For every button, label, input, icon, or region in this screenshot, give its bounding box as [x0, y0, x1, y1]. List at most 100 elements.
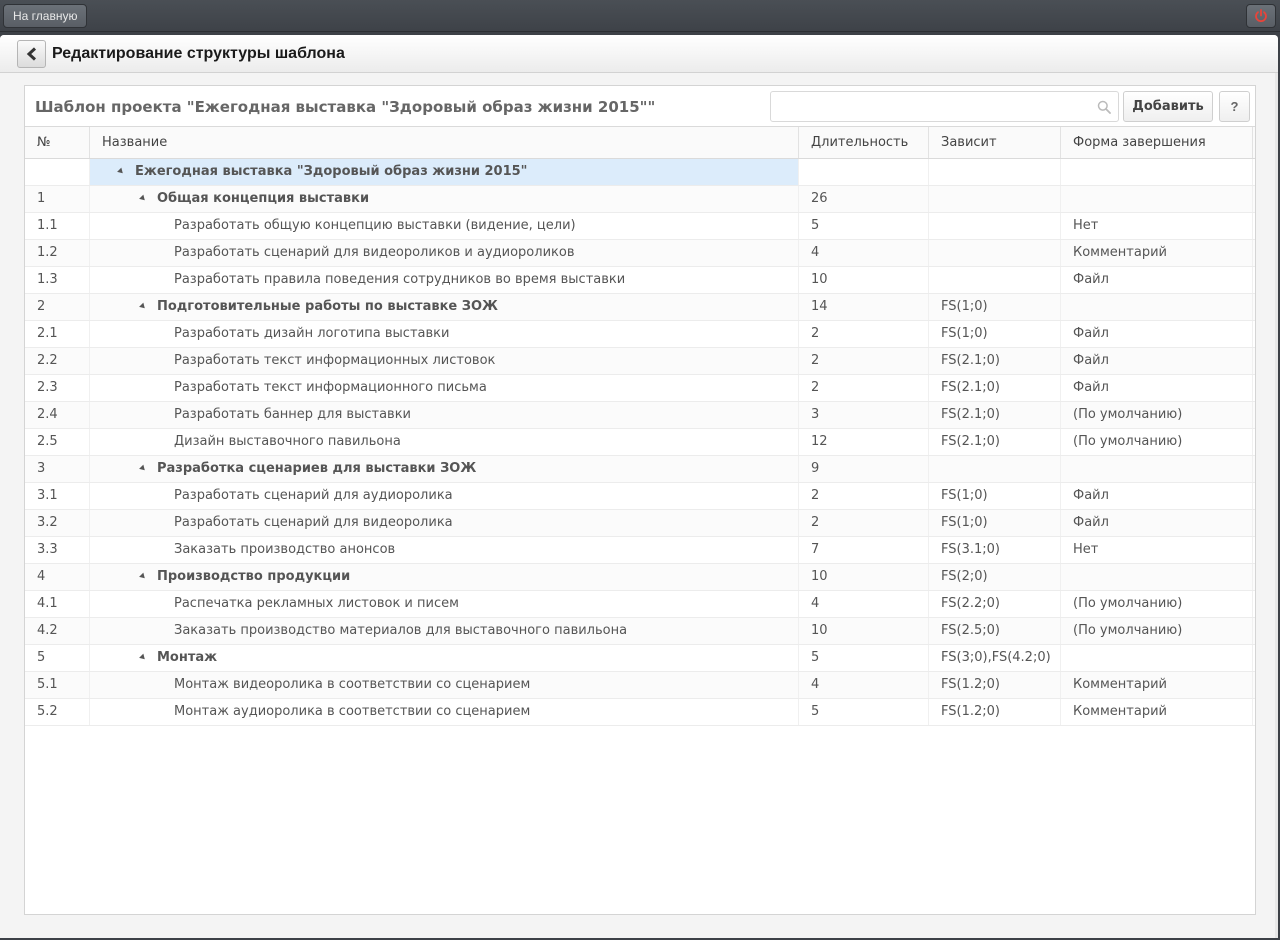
row-depends[interactable]: FS(2;0): [929, 564, 1061, 590]
row-depends[interactable]: FS(1;0): [929, 294, 1061, 320]
row-completion-form[interactable]: [1061, 456, 1253, 482]
table-row[interactable]: 3 Разработка сценариев для выставки ЗОЖ 9: [25, 456, 1255, 483]
row-depends[interactable]: FS(2.2;0): [929, 591, 1061, 617]
collapse-triangle-icon[interactable]: [139, 464, 147, 473]
column-header-name[interactable]: Название: [90, 127, 799, 158]
row-name-cell[interactable]: Заказать производство анонсов: [90, 537, 799, 563]
row-duration[interactable]: [799, 159, 929, 185]
row-completion-form[interactable]: Файл: [1061, 348, 1253, 374]
row-completion-form[interactable]: (По умолчанию): [1061, 402, 1253, 428]
row-depends[interactable]: FS(1.2;0): [929, 699, 1061, 725]
row-depends[interactable]: FS(2.1;0): [929, 375, 1061, 401]
row-completion-form[interactable]: (По умолчанию): [1061, 429, 1253, 455]
row-completion-form[interactable]: (По умолчанию): [1061, 591, 1253, 617]
row-name-cell[interactable]: Разработать текст информационного письма: [90, 375, 799, 401]
row-completion-form[interactable]: (По умолчанию): [1061, 618, 1253, 644]
row-name-cell[interactable]: Распечатка рекламных листовок и писем: [90, 591, 799, 617]
table-row[interactable]: Ежегодная выставка "Здоровый образ жизни…: [25, 159, 1255, 186]
table-row[interactable]: 2.1 Разработать дизайн логотипа выставки 2…: [25, 321, 1255, 348]
table-row[interactable]: 5 Монтаж 5 FS(3;0),FS(4.2;0): [25, 645, 1255, 672]
row-duration[interactable]: 5: [799, 213, 929, 239]
back-button[interactable]: [17, 40, 46, 68]
row-depends[interactable]: [929, 159, 1061, 185]
row-completion-form[interactable]: Файл: [1061, 483, 1253, 509]
column-header-number[interactable]: №: [25, 127, 90, 158]
row-name-cell[interactable]: Дизайн выставочного павильона: [90, 429, 799, 455]
row-completion-form[interactable]: Нет: [1061, 213, 1253, 239]
row-depends[interactable]: FS(3;0),FS(4.2;0): [929, 645, 1061, 671]
collapse-triangle-icon[interactable]: [139, 194, 147, 203]
row-duration[interactable]: 3: [799, 402, 929, 428]
row-depends[interactable]: FS(2.1;0): [929, 348, 1061, 374]
row-name-cell[interactable]: Разработать сценарий для аудиоролика: [90, 483, 799, 509]
row-name-cell[interactable]: Производство продукции: [90, 564, 799, 590]
table-row[interactable]: 1.3 Разработать правила поведения сотрудн…: [25, 267, 1255, 294]
power-button[interactable]: [1246, 4, 1276, 28]
search-icon[interactable]: [1097, 100, 1111, 114]
table-row[interactable]: 3.2 Разработать сценарий для видеоролика 2…: [25, 510, 1255, 537]
collapse-triangle-icon[interactable]: [139, 302, 147, 311]
column-header-depends[interactable]: Зависит: [929, 127, 1061, 158]
row-duration[interactable]: 4: [799, 591, 929, 617]
row-completion-form[interactable]: Файл: [1061, 321, 1253, 347]
search-input[interactable]: [771, 92, 1086, 121]
row-completion-form[interactable]: [1061, 294, 1253, 320]
row-depends[interactable]: FS(3.1;0): [929, 537, 1061, 563]
row-duration[interactable]: 5: [799, 645, 929, 671]
collapse-triangle-icon[interactable]: [139, 653, 147, 662]
row-name-cell[interactable]: Разработать баннер для выставки: [90, 402, 799, 428]
table-row[interactable]: 3.3 Заказать производство анонсов 7 FS(3.1;…: [25, 537, 1255, 564]
table-row[interactable]: 3.1 Разработать сценарий для аудиоролика 2…: [25, 483, 1255, 510]
row-depends[interactable]: FS(1;0): [929, 321, 1061, 347]
row-depends[interactable]: [929, 186, 1061, 212]
table-row[interactable]: 4 Производство продукции 10 FS(2;0): [25, 564, 1255, 591]
row-name-cell[interactable]: Общая концепция выставки: [90, 186, 799, 212]
row-name-cell[interactable]: Монтаж: [90, 645, 799, 671]
row-duration[interactable]: 7: [799, 537, 929, 563]
row-name-cell[interactable]: Разработка сценариев для выставки ЗОЖ: [90, 456, 799, 482]
row-name-cell[interactable]: Разработать правила поведения сотруднико…: [90, 267, 799, 293]
home-button[interactable]: На главную: [3, 4, 88, 28]
table-row[interactable]: 2.3 Разработать текст информационного пис…: [25, 375, 1255, 402]
row-duration[interactable]: 2: [799, 510, 929, 536]
row-duration[interactable]: 10: [799, 564, 929, 590]
row-name-cell[interactable]: Разработать текст информационных листово…: [90, 348, 799, 374]
row-completion-form[interactable]: Комментарий: [1061, 672, 1253, 698]
table-row[interactable]: 5.1 Монтаж видеоролика в соответствии со …: [25, 672, 1255, 699]
row-name-cell[interactable]: Заказать производство материалов для выс…: [90, 618, 799, 644]
column-header-duration[interactable]: Длительность: [799, 127, 929, 158]
row-depends[interactable]: FS(2.1;0): [929, 402, 1061, 428]
table-row[interactable]: 4.2 Заказать производство материалов для …: [25, 618, 1255, 645]
row-duration[interactable]: 9: [799, 456, 929, 482]
row-name-cell[interactable]: Разработать сценарий для видеоролика: [90, 510, 799, 536]
row-depends[interactable]: [929, 267, 1061, 293]
row-name-cell[interactable]: Монтаж видеоролика в соответствии со сце…: [90, 672, 799, 698]
collapse-triangle-icon[interactable]: [139, 572, 147, 581]
table-row[interactable]: 4.1 Распечатка рекламных листовок и писем…: [25, 591, 1255, 618]
row-duration[interactable]: 2: [799, 348, 929, 374]
row-depends[interactable]: [929, 456, 1061, 482]
row-completion-form[interactable]: Комментарий: [1061, 699, 1253, 725]
row-completion-form[interactable]: [1061, 645, 1253, 671]
row-name-cell[interactable]: Подготовительные работы по выставке ЗОЖ: [90, 294, 799, 320]
table-row[interactable]: 2.4 Разработать баннер для выставки 3 FS(2.…: [25, 402, 1255, 429]
help-button[interactable]: ?: [1219, 91, 1250, 122]
row-duration[interactable]: 4: [799, 672, 929, 698]
add-button[interactable]: Добавить: [1123, 91, 1213, 122]
row-completion-form[interactable]: Файл: [1061, 510, 1253, 536]
row-duration[interactable]: 4: [799, 240, 929, 266]
row-completion-form[interactable]: Нет: [1061, 537, 1253, 563]
row-duration[interactable]: 26: [799, 186, 929, 212]
table-row[interactable]: 5.2 Монтаж аудиоролика в соответствии со …: [25, 699, 1255, 726]
table-row[interactable]: 1.2 Разработать сценарий для видеороликов…: [25, 240, 1255, 267]
row-completion-form[interactable]: Файл: [1061, 267, 1253, 293]
table-row[interactable]: 1 Общая концепция выставки 26: [25, 186, 1255, 213]
row-depends[interactable]: [929, 213, 1061, 239]
row-depends[interactable]: [929, 240, 1061, 266]
row-depends[interactable]: FS(2.1;0): [929, 429, 1061, 455]
table-row[interactable]: 1.1 Разработать общую концепцию выставки …: [25, 213, 1255, 240]
row-name-cell[interactable]: Монтаж аудиоролика в соответствии со сце…: [90, 699, 799, 725]
table-row[interactable]: 2.5 Дизайн выставочного павильона 12 FS(2.1…: [25, 429, 1255, 456]
row-completion-form[interactable]: [1061, 186, 1253, 212]
row-duration[interactable]: 10: [799, 267, 929, 293]
